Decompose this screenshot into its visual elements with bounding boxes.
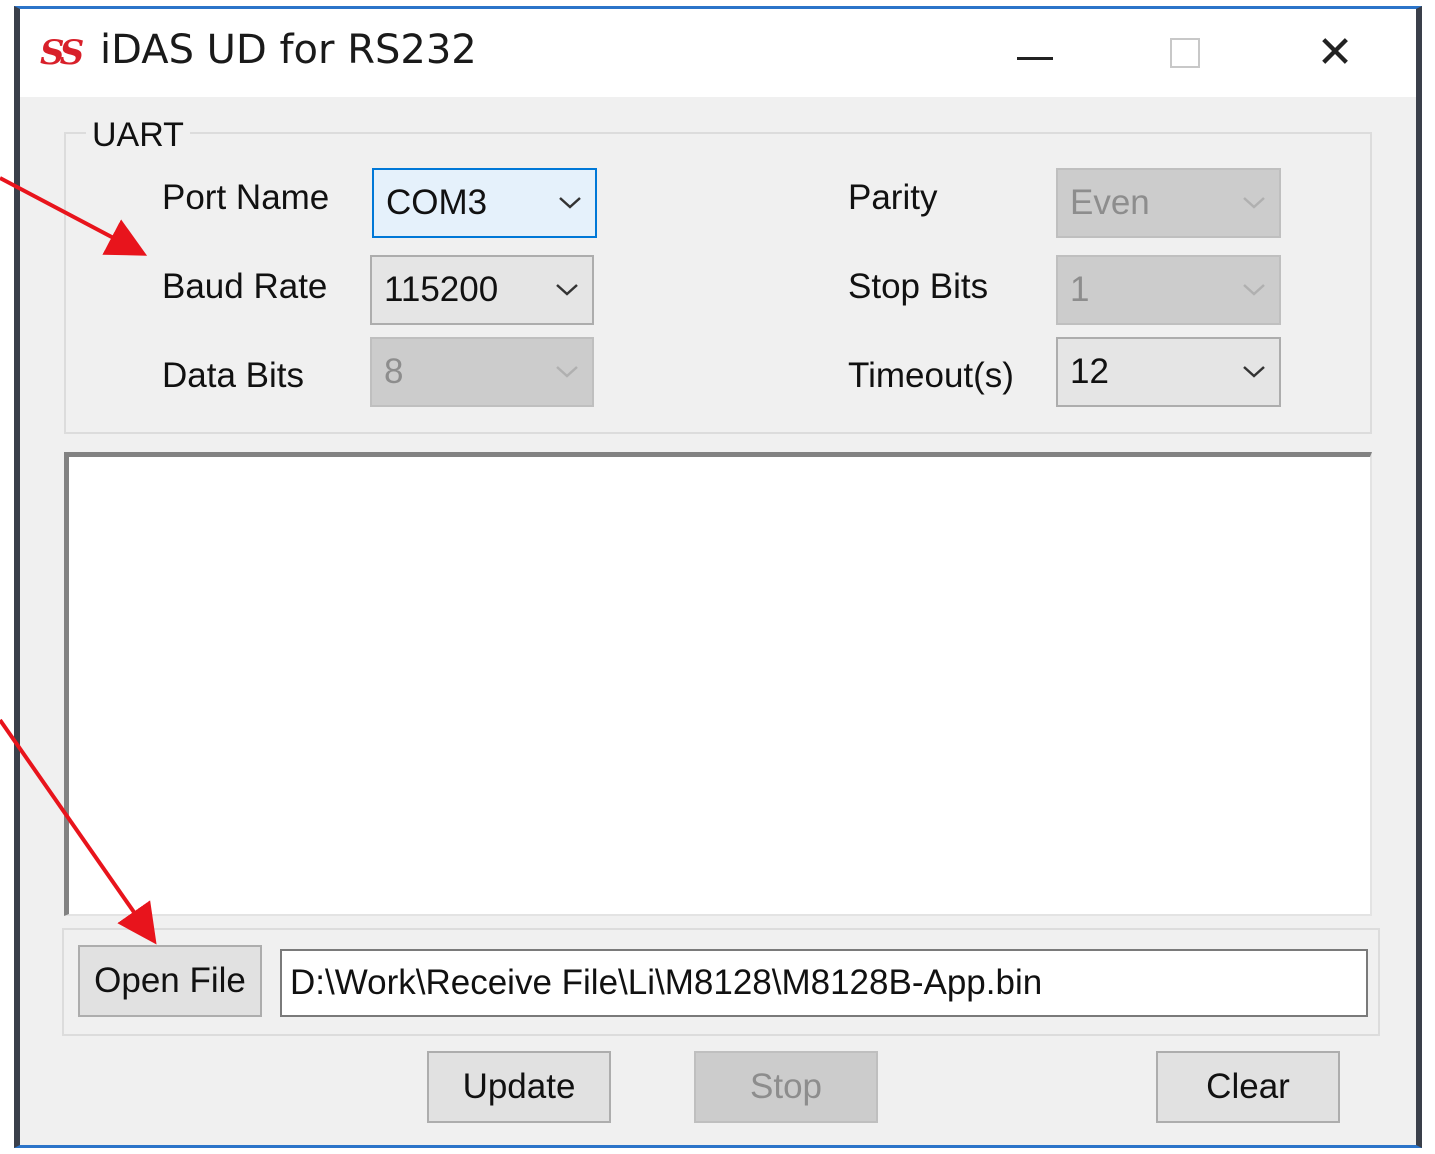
baud-rate-label: Baud Rate xyxy=(162,267,328,306)
window-title: iDAS UD for RS232 xyxy=(100,27,477,73)
baud-rate-select[interactable]: 115200 xyxy=(370,255,594,325)
stop-bits-value: 1 xyxy=(1070,270,1090,309)
clear-button[interactable]: Clear xyxy=(1156,1051,1340,1123)
maximize-icon xyxy=(1170,38,1200,68)
chevron-down-icon xyxy=(1229,195,1279,211)
chevron-down-icon xyxy=(1229,282,1279,298)
chevron-down-icon xyxy=(542,282,592,298)
stop-button: Stop xyxy=(694,1051,878,1123)
timeout-value: 12 xyxy=(1070,352,1109,391)
data-bits-select: 8 xyxy=(370,337,594,407)
close-icon: ✕ xyxy=(1316,27,1354,78)
close-button[interactable]: ✕ xyxy=(1260,9,1410,97)
data-bits-label: Data Bits xyxy=(162,356,304,395)
app-logo-icon: SS xyxy=(40,33,84,73)
port-name-select[interactable]: COM3 xyxy=(372,168,597,238)
parity-label: Parity xyxy=(848,178,938,217)
port-name-value: COM3 xyxy=(386,183,488,222)
log-output-area[interactable] xyxy=(64,452,1372,916)
data-bits-value: 8 xyxy=(384,352,404,391)
chevron-down-icon xyxy=(545,195,595,211)
file-path-input[interactable]: D:\Work\Receive File\Li\M8128\M8128B-App… xyxy=(280,949,1368,1017)
timeout-label: Timeout(s) xyxy=(848,356,1014,395)
timeout-select[interactable]: 12 xyxy=(1056,337,1281,407)
minimize-button[interactable] xyxy=(960,9,1110,97)
parity-select: Even xyxy=(1056,168,1281,238)
chevron-down-icon xyxy=(542,364,592,380)
stop-bits-select: 1 xyxy=(1056,255,1281,325)
stop-bits-label: Stop Bits xyxy=(848,267,989,306)
maximize-button[interactable] xyxy=(1110,9,1260,97)
baud-rate-value: 115200 xyxy=(384,270,499,309)
open-file-button[interactable]: Open File xyxy=(78,945,262,1017)
uart-legend: UART xyxy=(86,116,190,155)
update-button[interactable]: Update xyxy=(427,1051,611,1123)
chevron-down-icon xyxy=(1229,364,1279,380)
port-name-label: Port Name xyxy=(162,178,330,217)
parity-value: Even xyxy=(1070,183,1150,222)
title-bar[interactable]: SS iDAS UD for RS232 ✕ xyxy=(20,9,1416,97)
minimize-icon xyxy=(1017,56,1053,60)
